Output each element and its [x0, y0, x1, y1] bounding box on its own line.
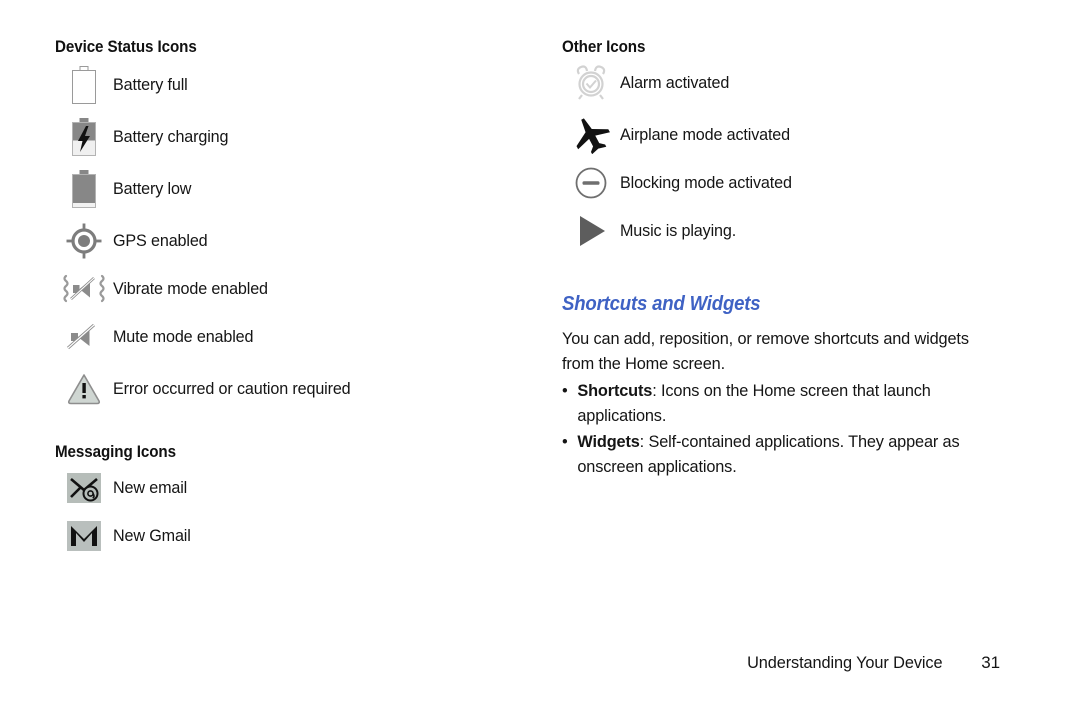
icon-label: Vibrate mode enabled: [113, 279, 268, 298]
icon-row-gps: GPS enabled: [55, 221, 525, 261]
icon-cell: [562, 116, 620, 154]
icon-label: Music is playing.: [620, 221, 737, 240]
icon-cell: [562, 165, 620, 201]
icon-cell: [55, 372, 113, 406]
section-heading-messaging-icons: Messaging Icons: [55, 443, 176, 461]
envelope-at-glyph: [70, 478, 99, 502]
airplane-icon: [576, 118, 610, 154]
icon-row-vibrate: Vibrate mode enabled: [55, 269, 525, 309]
icon-label: Alarm activated: [620, 73, 730, 92]
battery-full-icon: [72, 66, 96, 104]
icon-label: New Gmail: [113, 526, 191, 545]
bullet-item-shortcuts: Shortcuts: Icons on the Home screen that…: [562, 378, 1005, 428]
section-heading-device-status-icons: Device Status Icons: [55, 38, 197, 56]
mute-icon: [67, 323, 95, 350]
alarm-icon: [576, 65, 606, 100]
icon-row-warning: Error occurred or caution required: [55, 369, 525, 409]
icon-row-alarm: Alarm activated: [562, 63, 1022, 103]
icon-label: Battery low: [113, 179, 192, 198]
icon-cell: [55, 170, 113, 208]
icon-cell: [55, 221, 113, 261]
bullet-item-widgets: Widgets: Self-contained applications. Th…: [562, 429, 1005, 479]
footer-chapter-title: Understanding Your Device: [747, 653, 943, 672]
icon-cell: [55, 521, 113, 551]
icon-row-new-gmail: New Gmail: [55, 516, 525, 556]
icon-label: Mute mode enabled: [113, 327, 254, 346]
left-column: Device Status Icons Battery full Battery: [55, 38, 525, 556]
icon-cell: [55, 272, 113, 306]
icon-cell: [55, 473, 113, 503]
icon-cell: [55, 118, 113, 156]
icon-row-mute: Mute mode enabled: [55, 317, 525, 357]
vibrate-icon: [63, 274, 105, 303]
manual-page: Device Status Icons Battery full Battery: [0, 0, 1080, 720]
icon-cell: [55, 66, 113, 104]
article-heading-shortcuts-and-widgets: Shortcuts and Widgets: [562, 293, 761, 315]
icon-label: GPS enabled: [113, 231, 208, 250]
footer-page-number: 31: [981, 653, 1000, 672]
bolt-glyph: [78, 126, 90, 152]
icon-row-new-email: New email: [55, 468, 525, 508]
page-footer: Understanding Your Device 31: [0, 653, 1000, 673]
icon-label: Blocking mode activated: [620, 173, 792, 192]
icon-label: Battery full: [113, 75, 188, 94]
article-intro-paragraph: You can add, reposition, or remove short…: [562, 329, 969, 373]
section-heading-other-icons: Other Icons: [562, 38, 646, 56]
icon-row-battery-charging: Battery charging: [55, 117, 525, 157]
icon-row-music-playing: Music is playing.: [562, 211, 1022, 251]
new-email-icon: [67, 473, 101, 503]
bullet-term: Widgets: [577, 432, 640, 451]
right-column: Other Icons Alarm activated Airplane mod…: [562, 38, 1022, 480]
icon-cell: [562, 63, 620, 103]
icon-label: Error occurred or caution required: [113, 379, 351, 398]
gmail-m-glyph: [71, 526, 97, 546]
battery-low-icon: [72, 170, 96, 208]
warning-icon: [67, 374, 101, 405]
icon-cell: [562, 211, 620, 251]
icon-row-battery-low: Battery low: [55, 169, 525, 209]
icon-label: Battery charging: [113, 127, 229, 146]
gps-icon: [66, 223, 102, 259]
icon-row-battery-full: Battery full: [55, 65, 525, 105]
new-gmail-icon: [67, 521, 101, 551]
play-icon: [580, 216, 605, 246]
icon-row-blocking-mode: Blocking mode activated: [562, 163, 1022, 203]
icon-cell: [55, 320, 113, 354]
icon-label: Airplane mode activated: [620, 125, 790, 144]
battery-charging-icon: [72, 118, 96, 156]
bullet-term: Shortcuts: [577, 381, 653, 400]
icon-label: New email: [113, 478, 188, 497]
blocking-mode-icon: [575, 167, 607, 199]
article-bullet-list: Shortcuts: Icons on the Home screen that…: [562, 378, 1022, 479]
icon-row-airplane: Airplane mode activated: [562, 115, 1022, 155]
